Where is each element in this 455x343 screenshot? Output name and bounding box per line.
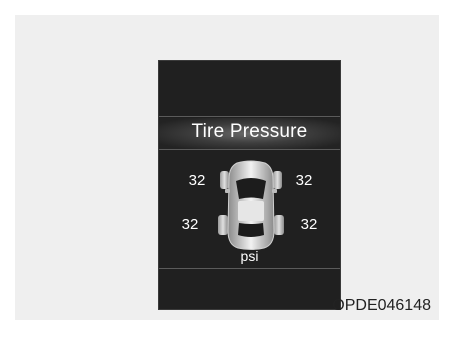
- image-code-label: OPDE046148: [332, 297, 431, 314]
- divider-top: [159, 116, 340, 117]
- divider-title-bottom: [159, 149, 340, 150]
- tire-pressure-front-left: 32: [188, 172, 206, 189]
- tire-pressure-front-right: 32: [295, 172, 313, 189]
- tire-pressure-rear-left: 32: [181, 216, 199, 233]
- pressure-unit-label: psi: [240, 248, 259, 264]
- divider-bottom: [159, 268, 340, 269]
- figure-frame: Tire Pressure 32 32 32 32 psi OPDE046148: [15, 15, 439, 320]
- car-top-view-icon: [218, 160, 284, 250]
- screen-title: Tire Pressure: [191, 121, 308, 142]
- cluster-display: Tire Pressure 32 32 32 32 psi: [158, 60, 341, 310]
- tire-pressure-rear-right: 32: [300, 216, 318, 233]
